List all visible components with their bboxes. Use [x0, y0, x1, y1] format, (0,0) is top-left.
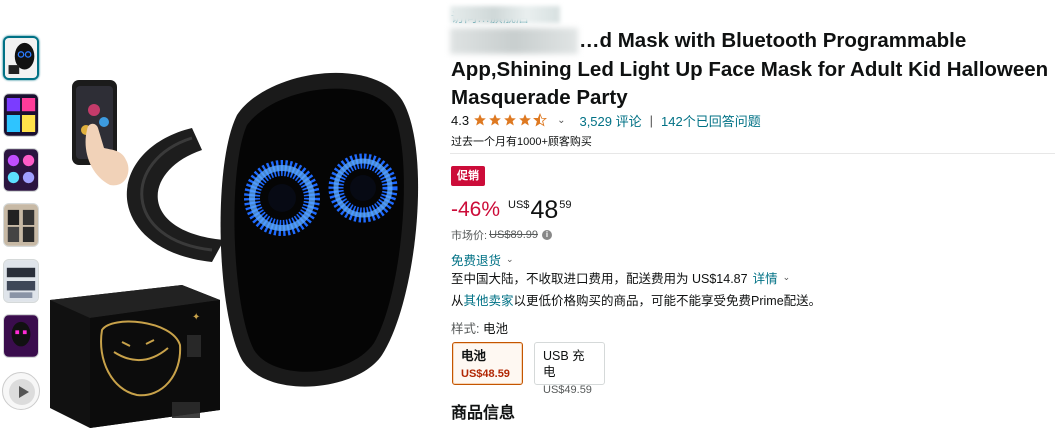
video-thumbnail[interactable]	[2, 372, 40, 410]
thumbnail-4[interactable]	[3, 203, 39, 247]
star-full-icon	[504, 114, 516, 126]
list-price: 市场价: US$89.99 i	[451, 227, 552, 243]
shipping-details-link[interactable]: 详情	[753, 268, 778, 287]
redacted-title-start	[450, 28, 578, 54]
shipping-text: 至中国大陆，不收取进口费用，配送费用为 US$14.87	[451, 272, 748, 286]
ratings-count-link[interactable]: 3,529 评论	[579, 111, 641, 130]
info-icon[interactable]: i	[542, 230, 552, 240]
other-sellers-info: 从其他卖家以更低价格购买的商品，可能不能享受免费Prime配送。	[451, 290, 821, 309]
price-whole: 48	[530, 196, 559, 224]
style-option-price: US$48.59	[461, 368, 510, 380]
style-option-name: 电池	[461, 349, 487, 363]
divider	[450, 153, 1055, 154]
party-thumbnail-image	[4, 315, 38, 357]
star-half-icon	[533, 113, 548, 127]
shipping-info: 至中国大陆，不收取进口费用，配送费用为 US$14.87 详情 ⌄	[451, 268, 790, 287]
other-sellers-suffix: 以更低价格购买的商品，可能不能享受免费Prime配送。	[513, 294, 822, 308]
price-fraction: 59	[559, 199, 572, 211]
free-returns-label: 免费退货	[451, 254, 502, 268]
thumbnail-1[interactable]	[3, 36, 39, 80]
style-selector-label: 样式: 电池	[451, 318, 508, 337]
product-info-heading: 商品信息	[451, 405, 516, 422]
answered-questions-link[interactable]: 142个已回答问题	[661, 111, 761, 130]
wearing-thumbnail-image	[4, 204, 38, 246]
style-option-price: US$49.59	[543, 384, 592, 396]
separator: |	[649, 112, 654, 128]
faces-thumbnail-image	[4, 149, 38, 191]
star-full-icon	[489, 114, 501, 126]
thumbnail-6[interactable]	[3, 314, 39, 358]
other-sellers-link[interactable]: 其他卖家	[464, 294, 514, 308]
thumbnail-5[interactable]	[3, 259, 39, 303]
list-price-value: US$89.99	[489, 229, 538, 241]
star-full-icon	[474, 114, 486, 126]
discount-percent: -46%	[451, 198, 501, 221]
thumbnail-3[interactable]	[3, 148, 39, 192]
led-pattern-thumbnail-image	[4, 94, 38, 136]
chevron-down-icon: ⌄	[506, 254, 514, 264]
thumbnail-2[interactable]	[3, 93, 39, 137]
mask-thumbnail-image	[5, 38, 37, 78]
deal-badge: 促销	[451, 166, 485, 186]
price-row: -46% US$ 48 59	[451, 196, 572, 224]
redacted-store-name	[450, 6, 560, 23]
main-product-image[interactable]: ✦	[42, 0, 422, 432]
people-thumbnail-image	[4, 260, 38, 302]
star-full-icon	[519, 114, 531, 126]
style-option-name: USB 充电	[543, 349, 585, 379]
led-mask-image: ✦	[42, 0, 422, 432]
svg-text:✦: ✦	[192, 312, 200, 323]
rating-row: 4.3 ⌄ 3,529 评论 | 142个已回答问题	[451, 111, 761, 129]
style-label-text: 样式:	[451, 322, 480, 336]
style-option-usb[interactable]: USB 充电 US$49.59	[534, 342, 605, 396]
other-sellers-prefix: 从	[451, 294, 464, 308]
play-icon	[9, 379, 35, 405]
chevron-down-icon[interactable]: ⌄	[783, 272, 791, 283]
chevron-down-icon[interactable]: ⌄	[557, 115, 565, 126]
style-selected-value: 电池	[482, 322, 508, 336]
bought-past-month: 过去一个月有1000+顾客购买	[451, 136, 592, 148]
star-rating[interactable]	[473, 113, 548, 127]
free-returns[interactable]: 免费退货 ⌄	[451, 250, 514, 269]
price-currency: US$	[508, 199, 530, 211]
list-price-label: 市场价:	[451, 230, 488, 242]
rating-value: 4.3	[451, 112, 470, 128]
style-option-battery[interactable]: 电池 US$48.59	[452, 342, 523, 385]
